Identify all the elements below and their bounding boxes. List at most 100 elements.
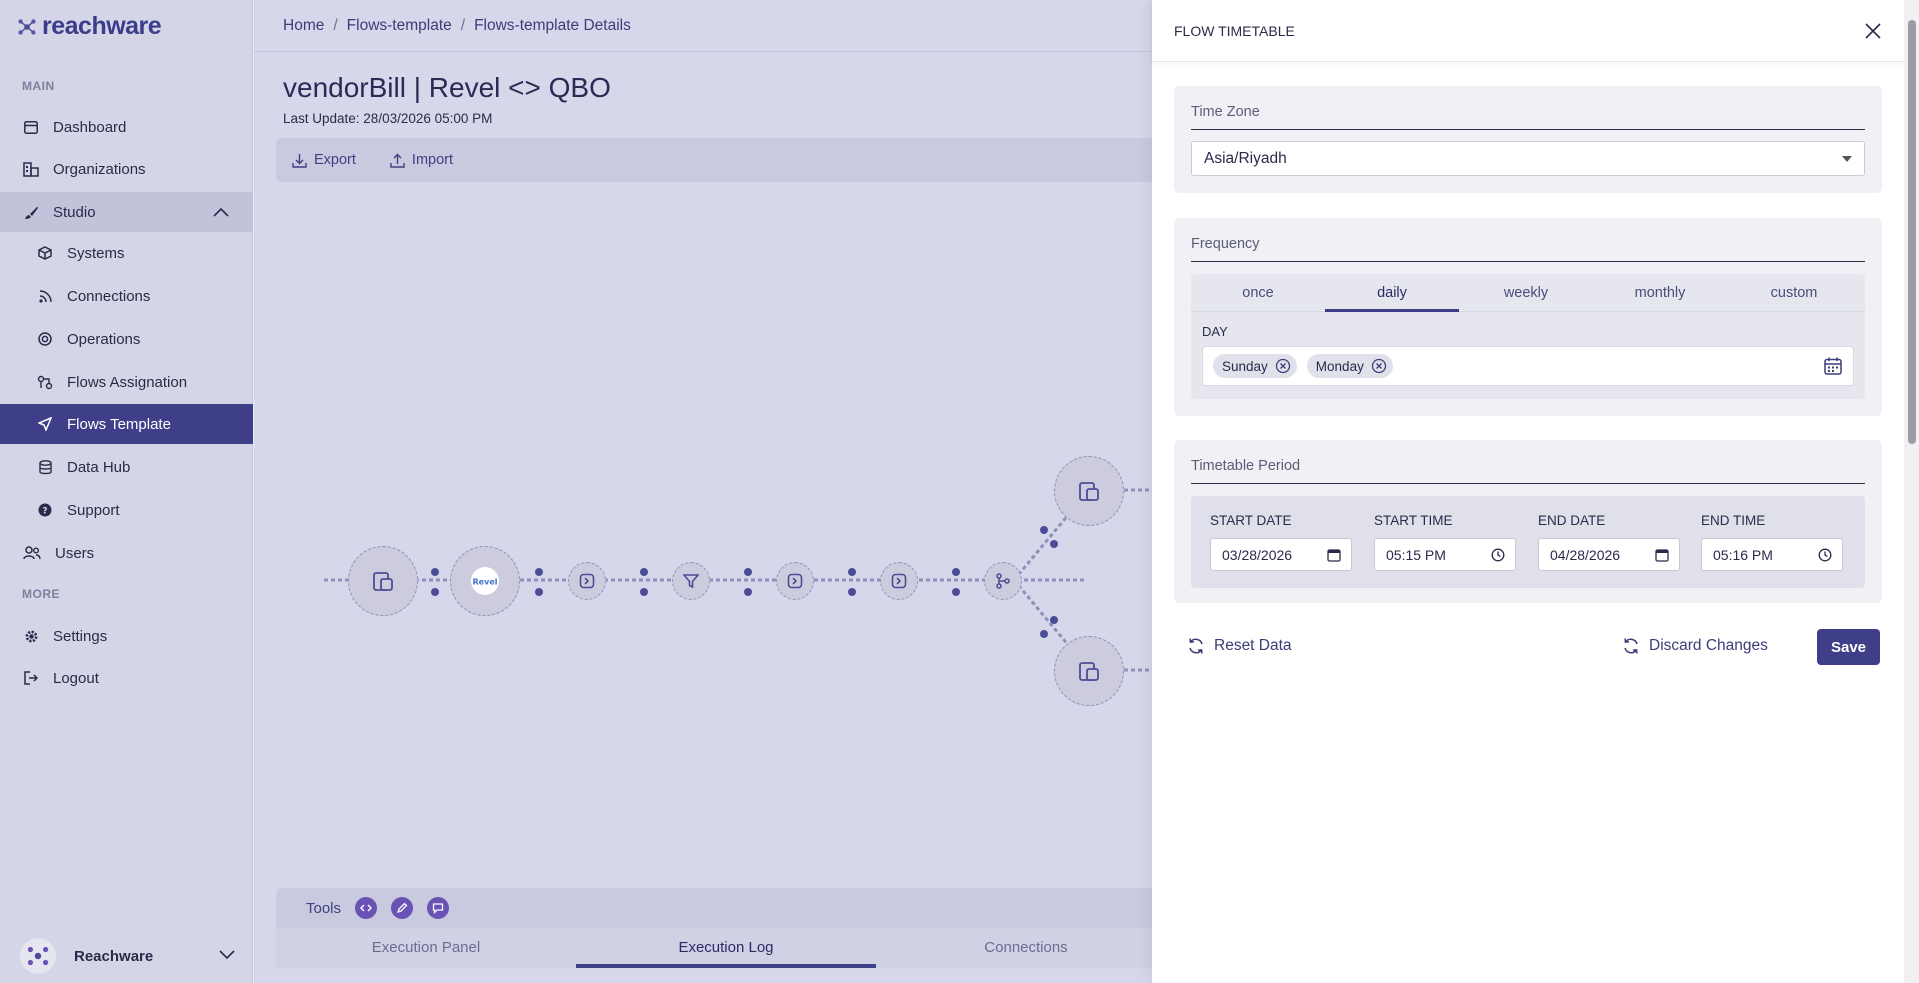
calendar-icon[interactable]	[1327, 548, 1341, 565]
flow-connectors	[324, 488, 1154, 672]
breadcrumb-separator: /	[460, 16, 466, 34]
chevron-down-icon[interactable]	[219, 947, 235, 965]
flow-node-mapping[interactable]	[568, 562, 606, 600]
scrollbar-thumb[interactable]	[1908, 20, 1916, 444]
save-button[interactable]: Save	[1817, 629, 1880, 665]
chevron-up-icon[interactable]	[213, 204, 229, 221]
flow-node-storage-target-2[interactable]	[1054, 636, 1124, 706]
breadcrumb-flows-template[interactable]: Flows-template	[347, 17, 452, 35]
connector-handle[interactable]	[1040, 526, 1048, 534]
connector-handle[interactable]	[744, 588, 752, 596]
edit-tool-button[interactable]	[391, 897, 414, 919]
remove-chip-icon[interactable]	[1371, 358, 1387, 374]
sidebar-item-label: Dashboard	[53, 118, 127, 136]
connector-handle[interactable]	[640, 568, 648, 576]
download-icon	[292, 153, 307, 168]
frequency-tab-custom[interactable]: custom	[1727, 274, 1861, 311]
connector-handle[interactable]	[1050, 540, 1058, 548]
sidebar-item-logout[interactable]: Logout	[0, 658, 253, 698]
flow-node-vendors[interactable]	[880, 562, 918, 600]
start-time-label: START TIME	[1374, 513, 1453, 528]
end-date-value: 04/28/2026	[1550, 546, 1621, 563]
connector-handle[interactable]	[431, 588, 439, 596]
import-button[interactable]: Import	[390, 152, 453, 168]
frequency-tab-monthly[interactable]: monthly	[1593, 274, 1727, 311]
flow-node-storage-source[interactable]	[348, 546, 418, 616]
comment-tool-button[interactable]	[427, 897, 450, 919]
svg-text:Revel: Revel	[473, 578, 498, 587]
rss-icon	[37, 288, 53, 304]
connector-handle[interactable]	[535, 588, 543, 596]
logout-icon	[23, 670, 39, 686]
discard-changes-button[interactable]: Discard Changes	[1622, 637, 1768, 655]
day-chip-sunday: Sunday	[1213, 354, 1297, 378]
connector-handle[interactable]	[640, 588, 648, 596]
end-date-input[interactable]: 04/28/2026	[1538, 538, 1680, 571]
tab-execution-log[interactable]: Execution Log	[576, 928, 876, 968]
bottom-tabs: Execution Panel Execution Log Connection…	[276, 928, 1176, 968]
connector-handle[interactable]	[952, 568, 960, 576]
account-switcher[interactable]: Reachware	[20, 938, 235, 974]
connector-handle[interactable]	[848, 568, 856, 576]
clock-icon[interactable]	[1491, 548, 1505, 565]
tools-label: Tools	[306, 899, 342, 917]
remove-chip-icon[interactable]	[1275, 358, 1291, 374]
sidebar-item-systems[interactable]: Systems	[0, 233, 253, 273]
start-date-input[interactable]: 03/28/2026	[1210, 538, 1352, 571]
sidebar-item-support[interactable]: ? Support	[0, 490, 253, 530]
brand-logo[interactable]: reachware	[16, 12, 162, 41]
flow-node-filter[interactable]	[672, 562, 710, 600]
help-icon: ?	[37, 502, 53, 518]
connector-handle[interactable]	[744, 568, 752, 576]
frequency-tab-daily[interactable]: daily	[1325, 274, 1459, 312]
sidebar-item-users[interactable]: Users	[0, 533, 253, 573]
code-icon	[360, 904, 373, 912]
clock-icon[interactable]	[1818, 548, 1832, 565]
timezone-select[interactable]: Asia/Riyadh	[1191, 141, 1865, 176]
sidebar-item-data-hub[interactable]: Data Hub	[0, 447, 253, 487]
panel-actions: Reset Data Discard Changes Save	[1152, 629, 1904, 669]
sidebar-item-settings[interactable]: Settings	[0, 616, 253, 656]
sidebar-item-studio[interactable]: Studio	[0, 192, 253, 232]
sidebar-item-label: Flows Assignation	[67, 373, 188, 391]
flow-node-router[interactable]	[984, 562, 1022, 600]
connector-handle[interactable]	[1040, 630, 1048, 638]
frequency-tab-once[interactable]: once	[1191, 274, 1325, 311]
calendar-icon[interactable]	[1823, 356, 1843, 381]
sidebar-item-flows-assignation[interactable]: Flows Assignation	[0, 362, 253, 402]
day-picker[interactable]: Sunday Monday	[1202, 346, 1854, 386]
frequency-card: Frequency once daily weekly monthly cust…	[1174, 218, 1882, 416]
close-icon[interactable]	[1862, 20, 1884, 42]
sidebar-item-operations[interactable]: Operations	[0, 319, 253, 359]
sidebar-item-connections[interactable]: Connections	[0, 276, 253, 316]
flow-canvas[interactable]: Revel	[254, 190, 1154, 880]
sidebar-item-organizations[interactable]: Organizations	[0, 149, 253, 189]
send-icon	[37, 416, 53, 432]
sidebar-item-flows-template[interactable]: Flows Template	[0, 404, 253, 444]
flow-node-transform[interactable]	[776, 562, 814, 600]
code-tool-button[interactable]	[355, 897, 378, 919]
connector-handle[interactable]	[535, 568, 543, 576]
connector-handle[interactable]	[848, 588, 856, 596]
connector-handle[interactable]	[952, 588, 960, 596]
export-button[interactable]: Export	[292, 152, 356, 168]
sidebar-item-dashboard[interactable]: Dashboard	[0, 107, 253, 147]
flow-node-revel[interactable]: Revel	[450, 546, 520, 616]
panel-scrollbar[interactable]	[1904, 0, 1919, 983]
reset-data-button[interactable]: Reset Data	[1187, 637, 1292, 655]
sidebar-item-label: Studio	[53, 203, 96, 221]
flow-node-storage-target-1[interactable]	[1054, 456, 1124, 526]
breadcrumb-home[interactable]: Home	[283, 17, 324, 35]
period-label: Timetable Period	[1191, 458, 1301, 474]
end-time-input[interactable]: 05:16 PM	[1701, 538, 1843, 571]
connector-handle[interactable]	[1050, 616, 1058, 624]
day-chip-monday: Monday	[1306, 354, 1393, 378]
calendar-icon[interactable]	[1655, 548, 1669, 565]
tab-execution-panel[interactable]: Execution Panel	[276, 928, 576, 968]
connector-handle[interactable]	[431, 568, 439, 576]
frequency-tab-weekly[interactable]: weekly	[1459, 274, 1593, 311]
start-time-input[interactable]: 05:15 PM	[1374, 538, 1516, 571]
tab-connections[interactable]: Connections	[876, 928, 1176, 968]
avatar	[20, 938, 56, 974]
sidebar-item-label: Connections	[67, 287, 151, 305]
